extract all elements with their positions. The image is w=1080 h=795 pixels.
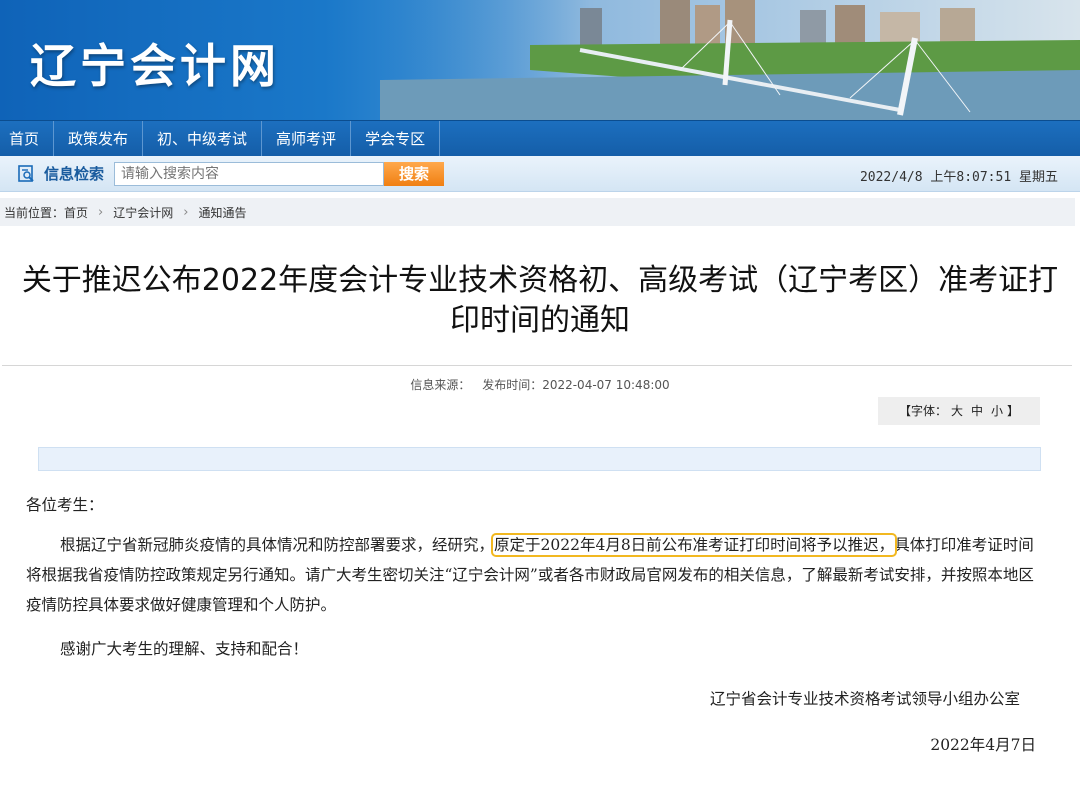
article-body: 各位考生： 根据辽宁省新冠肺炎疫情的具体情况和防控部署要求，经研究，原定于202… — [26, 490, 1036, 760]
breadcrumb-separator: › — [98, 204, 104, 220]
publish-time: 发布时间：2022-04-07 10:48:00 — [482, 378, 670, 392]
breadcrumb-prefix: 当前位置： — [4, 205, 65, 220]
greeting: 各位考生： — [26, 496, 104, 514]
breadcrumb-separator: › — [183, 204, 189, 220]
thanks-paragraph: 感谢广大考生的理解、支持和配合！ — [60, 640, 309, 658]
search-document-icon — [18, 164, 34, 182]
issue-date: 2022年4月7日 — [930, 736, 1036, 754]
current-datetime: 2022/4/8 上午8:07:51 星期五 — [859, 170, 1058, 185]
font-small-link[interactable]: 小 — [991, 404, 1003, 418]
font-size-selector: 【字体： 大中小】 — [878, 397, 1040, 425]
font-close-bracket: 】 — [1007, 404, 1020, 418]
breadcrumb-site[interactable]: 辽宁会计网 — [113, 204, 173, 221]
nav-senior-evaluation[interactable]: 高师考评 — [262, 120, 352, 157]
breadcrumb-notices[interactable]: 通知通告 — [198, 204, 246, 221]
nav-home[interactable]: 首页 — [0, 120, 55, 157]
main-nav: 首页 政策发布 初、中级考试 高师考评 学会专区 — [0, 120, 1080, 157]
search-bar: 信息检索 搜索 2022/4/8 上午8:07:51 星期五 — [0, 156, 1080, 192]
breadcrumb-home[interactable]: 首页 — [64, 204, 88, 221]
site-banner: 辽宁会计网 — [0, 0, 1080, 120]
info-source: 信息来源： — [410, 378, 471, 392]
search-button[interactable]: 搜索 — [384, 161, 445, 186]
nav-policy[interactable]: 政策发布 — [54, 120, 144, 157]
font-label: 【字体： — [898, 404, 947, 418]
paragraph-text: 根据辽宁省新冠肺炎疫情的具体情况和防控部署要求，经研究， — [60, 536, 495, 554]
font-medium-link[interactable]: 中 — [971, 404, 983, 418]
article-meta: 信息来源： 发布时间：2022-04-07 10:48:00 — [0, 376, 1080, 393]
site-logo-title: 辽宁会计网 — [30, 39, 280, 93]
nav-junior-intermediate-exam[interactable]: 初、中级考试 — [143, 120, 263, 157]
font-large-link[interactable]: 大 — [951, 404, 963, 418]
signature: 辽宁省会计专业技术资格考试领导小组办公室 — [709, 690, 1020, 708]
breadcrumb: 当前位置： 首页 › 辽宁会计网 › 通知通告 — [0, 198, 1075, 226]
highlighted-text: 原定于2022年4月8日前公布准考证打印时间将予以推迟， — [491, 533, 898, 557]
article-title: 关于推迟公布2022年度会计专业技术资格初、高级考试（辽宁考区）准考证打印时间的… — [21, 263, 1059, 338]
nav-society[interactable]: 学会专区 — [351, 120, 441, 157]
search-label: 信息检索 — [44, 165, 105, 183]
search-input[interactable] — [114, 161, 385, 186]
title-divider — [2, 365, 1072, 366]
city-bridge-banner-image — [380, 0, 1080, 120]
info-bar — [38, 447, 1041, 471]
body-paragraph: 根据辽宁省新冠肺炎疫情的具体情况和防控部署要求，经研究，原定于2022年4月8日… — [26, 530, 1036, 620]
